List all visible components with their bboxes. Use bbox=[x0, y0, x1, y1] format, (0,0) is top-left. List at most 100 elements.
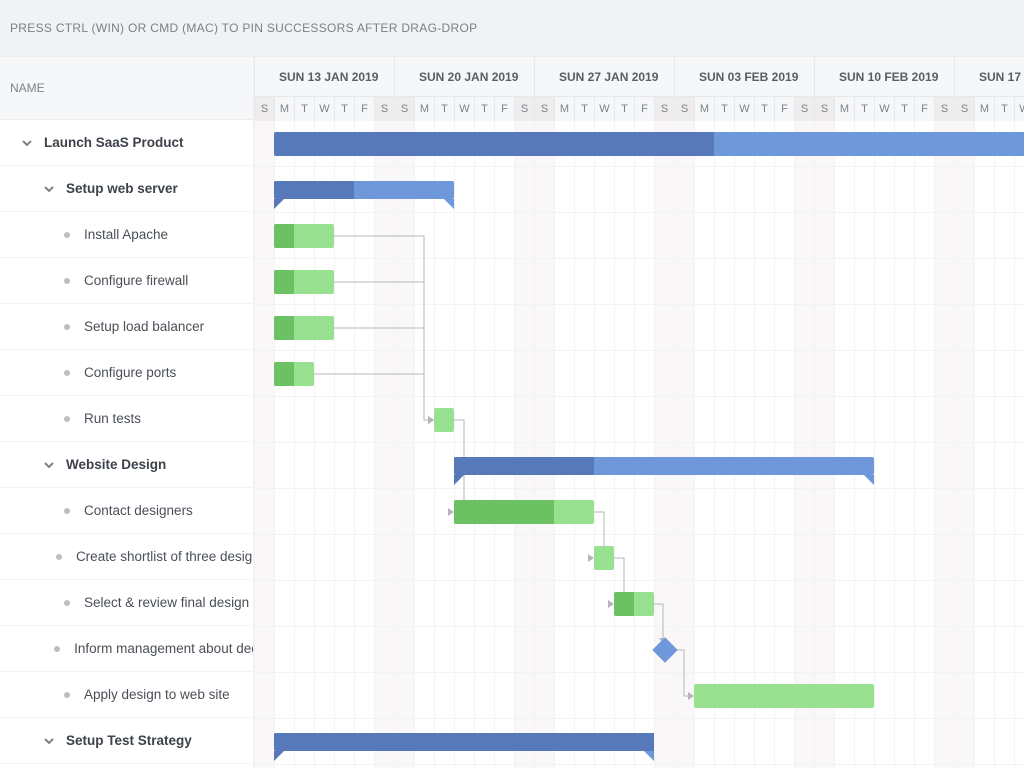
day-header[interactable]: F bbox=[354, 97, 374, 121]
gantt-bar-t13[interactable] bbox=[274, 316, 334, 340]
bullet-icon bbox=[64, 324, 70, 330]
gantt-bar-progress bbox=[274, 181, 354, 199]
tree-row-m24[interactable]: Inform management about decision bbox=[0, 626, 253, 672]
gantt-bar-progress bbox=[454, 457, 594, 475]
day-header[interactable]: S bbox=[934, 97, 954, 121]
timeline-body bbox=[254, 121, 1024, 768]
chevron-down-icon[interactable] bbox=[20, 136, 34, 150]
day-header[interactable]: F bbox=[634, 97, 654, 121]
day-header[interactable]: T bbox=[854, 97, 874, 121]
week-header[interactable]: SUN 27 JAN 2019 bbox=[534, 57, 674, 97]
day-header[interactable]: T bbox=[294, 97, 314, 121]
gantt-bar-progress bbox=[274, 132, 714, 156]
day-header[interactable]: T bbox=[714, 97, 734, 121]
gantt-bar-t23[interactable] bbox=[614, 592, 654, 616]
day-header[interactable]: S bbox=[394, 97, 414, 121]
tree-row-t11[interactable]: Install Apache bbox=[0, 212, 253, 258]
chevron-down-icon[interactable] bbox=[42, 458, 56, 472]
week-header[interactable]: SUN 20 JAN 2019 bbox=[394, 57, 534, 97]
tree-row-label: Website Design bbox=[66, 457, 166, 472]
timeline[interactable]: SUN 13 JAN 2019 SUN 20 JAN 2019 SUN 27 JAN… bbox=[254, 56, 1024, 768]
tree-row-t15[interactable]: Run tests bbox=[0, 396, 253, 442]
day-header[interactable]: T bbox=[894, 97, 914, 121]
day-header[interactable]: T bbox=[434, 97, 454, 121]
day-header[interactable]: T bbox=[754, 97, 774, 121]
bullet-icon bbox=[64, 232, 70, 238]
tree-row-g2[interactable]: Website Design bbox=[0, 442, 253, 488]
day-header[interactable]: T bbox=[994, 97, 1014, 121]
tree-row-label: Setup Test Strategy bbox=[66, 733, 192, 748]
tree-row-label: Launch SaaS Product bbox=[44, 135, 184, 150]
hint-bar: PRESS CTRL (WIN) OR CMD (MAC) TO PIN SUC… bbox=[0, 0, 1024, 56]
day-header[interactable]: W bbox=[594, 97, 614, 121]
gantt-bar-progress bbox=[454, 500, 554, 524]
gantt-bar-t21[interactable] bbox=[454, 500, 594, 524]
gantt-bar-t14[interactable] bbox=[274, 362, 314, 386]
week-header-label: SUN 20 JAN 2019 bbox=[419, 70, 518, 84]
gantt-bar-t25[interactable] bbox=[694, 684, 874, 708]
tree-row-g3[interactable]: Setup Test Strategy bbox=[0, 718, 253, 764]
tree-row-t13[interactable]: Setup load balancer bbox=[0, 304, 253, 350]
gantt-milestone-m24[interactable] bbox=[652, 637, 677, 662]
day-header[interactable]: S bbox=[954, 97, 974, 121]
tree-row-root[interactable]: Launch SaaS Product bbox=[0, 120, 253, 166]
day-header[interactable]: M bbox=[554, 97, 574, 121]
gantt-bar-t12[interactable] bbox=[274, 270, 334, 294]
day-header[interactable]: W bbox=[734, 97, 754, 121]
gantt-bar-t11[interactable] bbox=[274, 224, 334, 248]
column-header-name[interactable]: NAME bbox=[0, 56, 253, 120]
tree-row-label: Inform management about decision bbox=[74, 641, 253, 656]
day-header[interactable]: F bbox=[774, 97, 794, 121]
tree-row-t21[interactable]: Contact designers bbox=[0, 488, 253, 534]
day-header[interactable]: F bbox=[914, 97, 934, 121]
gantt-bar-g1[interactable] bbox=[274, 181, 454, 199]
day-header[interactable]: S bbox=[674, 97, 694, 121]
day-header[interactable]: M bbox=[414, 97, 434, 121]
day-header[interactable]: W bbox=[874, 97, 894, 121]
gantt-bar-g2[interactable] bbox=[454, 457, 874, 475]
tree-row-t23[interactable]: Select & review final design bbox=[0, 580, 253, 626]
day-header[interactable]: M bbox=[834, 97, 854, 121]
gantt-bar-root[interactable] bbox=[274, 132, 1024, 156]
day-header[interactable]: S bbox=[534, 97, 554, 121]
day-header[interactable]: T bbox=[334, 97, 354, 121]
tree-row-g1[interactable]: Setup web server bbox=[0, 166, 253, 212]
chevron-down-icon[interactable] bbox=[42, 734, 56, 748]
day-header[interactable]: W bbox=[314, 97, 334, 121]
tree-row-t14[interactable]: Configure ports bbox=[0, 350, 253, 396]
bullet-icon bbox=[64, 370, 70, 376]
tree-row-t12[interactable]: Configure firewall bbox=[0, 258, 253, 304]
day-header[interactable]: W bbox=[454, 97, 474, 121]
bullet-icon bbox=[54, 646, 60, 652]
day-header[interactable]: M bbox=[974, 97, 994, 121]
day-header[interactable]: S bbox=[374, 97, 394, 121]
gantt-bar-t15[interactable] bbox=[434, 408, 454, 432]
gantt-bar-t22[interactable] bbox=[594, 546, 614, 570]
tree-row-t25[interactable]: Apply design to web site bbox=[0, 672, 253, 718]
bullet-icon bbox=[56, 554, 62, 560]
day-header[interactable]: M bbox=[694, 97, 714, 121]
day-header[interactable]: S bbox=[254, 97, 274, 121]
tree-row-label: Setup load balancer bbox=[84, 319, 204, 334]
day-header[interactable]: T bbox=[614, 97, 634, 121]
day-header[interactable]: S bbox=[654, 97, 674, 121]
chevron-down-icon[interactable] bbox=[42, 182, 56, 196]
week-header[interactable]: SUN 13 JAN 2019 bbox=[254, 57, 394, 97]
week-header[interactable]: SUN 10 FEB 2019 bbox=[814, 57, 954, 97]
bullet-icon bbox=[64, 278, 70, 284]
week-header[interactable]: SUN 03 FEB 2019 bbox=[674, 57, 814, 97]
gantt-bar-g3[interactable] bbox=[274, 733, 654, 751]
day-header[interactable]: S bbox=[814, 97, 834, 121]
day-header[interactable]: M bbox=[274, 97, 294, 121]
day-header[interactable]: F bbox=[494, 97, 514, 121]
day-header[interactable]: S bbox=[794, 97, 814, 121]
tree-row-label: Select & review final design bbox=[84, 595, 249, 610]
week-header-label: SUN 13 JAN 2019 bbox=[279, 70, 378, 84]
day-header[interactable]: W bbox=[1014, 97, 1024, 121]
bullet-icon bbox=[64, 600, 70, 606]
day-header[interactable]: T bbox=[474, 97, 494, 121]
tree-row-t22[interactable]: Create shortlist of three designers bbox=[0, 534, 253, 580]
week-header[interactable]: SUN 17 bbox=[954, 57, 1024, 97]
day-header[interactable]: T bbox=[574, 97, 594, 121]
day-header[interactable]: S bbox=[514, 97, 534, 121]
